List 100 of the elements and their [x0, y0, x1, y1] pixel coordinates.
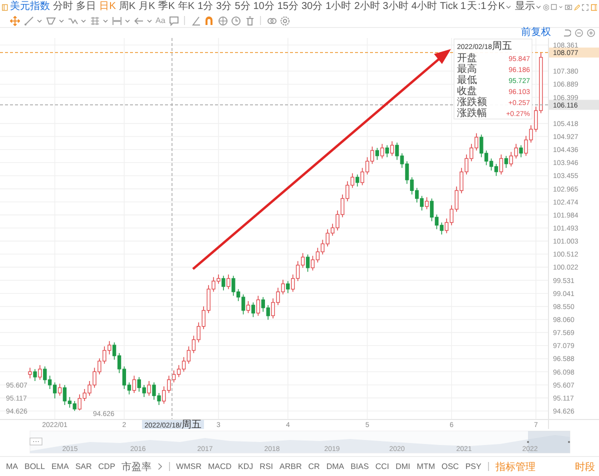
trash-icon[interactable]: [244, 16, 255, 26]
period-tab[interactable]: 分时: [52, 0, 74, 14]
period-tab[interactable]: 1分: [197, 0, 214, 14]
indicator-tab[interactable]: KDJ: [238, 462, 254, 471]
indicator-tab[interactable]: MACD: [208, 462, 232, 471]
candlestick: [380, 144, 384, 159]
zoom-in-icon[interactable]: [587, 29, 595, 37]
period-tab[interactable]: 多日: [76, 0, 97, 14]
candlestick: [256, 295, 260, 316]
candlestick: [504, 156, 508, 168]
candlestick: [424, 196, 429, 210]
caret-icon: [506, 5, 511, 9]
period-tab[interactable]: Tick: [439, 0, 458, 14]
comment-icon[interactable]: [168, 16, 179, 26]
undo-icon[interactable]: [563, 29, 571, 37]
candlestick: [33, 368, 37, 382]
tooltip-label: 最高: [457, 64, 477, 75]
period-tab[interactable]: 2小时: [354, 0, 380, 14]
candlestick: [519, 144, 523, 158]
period-tab[interactable]: 30分: [301, 0, 324, 14]
indicator-tab[interactable]: RSI: [260, 462, 274, 471]
candlestick: [38, 364, 42, 380]
indicator-tab[interactable]: WMSR: [176, 462, 202, 471]
arrow-icon[interactable]: [134, 16, 144, 26]
indicator-tab[interactable]: EMA: [51, 462, 69, 471]
ruler-icon[interactable]: [112, 16, 122, 26]
price-marker-background: [549, 100, 599, 110]
period-tab[interactable]: 10分: [252, 0, 275, 14]
zigzag-icon[interactable]: [68, 16, 78, 26]
clock-icon[interactable]: [231, 16, 242, 26]
tooltip-label: 涨跌幅: [457, 108, 487, 119]
period-tab[interactable]: 5分: [234, 0, 251, 14]
settings-icon[interactable]: [280, 16, 290, 26]
zoom-out-icon[interactable]: [575, 29, 583, 37]
candlestick: [356, 174, 360, 187]
link-icon[interactable]: [266, 16, 277, 26]
indicator-tab[interactable]: CDP: [98, 462, 116, 471]
magnet-icon[interactable]: [204, 16, 214, 26]
period-tab[interactable]: 4小时: [410, 0, 438, 14]
indicator-tab[interactable]: 市盈率: [122, 460, 152, 474]
candlestick: [226, 274, 230, 290]
tooltip-label: 开盘: [457, 53, 477, 64]
polyline-icon[interactable]: [46, 16, 56, 26]
candlestick: [251, 302, 256, 318]
period-tab[interactable]: 周K: [118, 0, 136, 14]
candlestick: [58, 383, 62, 396]
candlestick: [499, 154, 504, 175]
period-tab[interactable]: 15分: [276, 0, 299, 14]
period-tab[interactable]: 季K: [158, 0, 176, 14]
display-menu[interactable]: 显示: [514, 0, 541, 14]
indicator-tab[interactable]: SAR: [75, 462, 92, 471]
indicator-tab[interactable]: BOLL: [24, 462, 45, 471]
chevron-right-icon[interactable]: [158, 463, 162, 470]
period-tab[interactable]: 年K: [177, 0, 196, 14]
indicator-tab[interactable]: OSC: [442, 462, 459, 471]
line-icon[interactable]: [24, 16, 34, 26]
pencil-icon[interactable]: [574, 2, 580, 12]
candlestick: [385, 144, 389, 158]
camera-icon[interactable]: [564, 3, 572, 11]
panel-icon[interactable]: [590, 2, 597, 12]
indicator-tab[interactable]: CCI: [375, 462, 390, 471]
adjust-link[interactable]: 前复权: [521, 28, 551, 38]
period-tab[interactable]: 1小时: [325, 0, 352, 14]
caret-icon: [559, 5, 563, 9]
tooltip-label: 最低: [457, 75, 477, 86]
period-tab[interactable]: 3小时: [382, 0, 409, 14]
candlestick: [147, 380, 151, 396]
indicator-tab[interactable]: CR: [308, 462, 320, 471]
candlestick: [28, 367, 32, 379]
square-icon[interactable]: [551, 3, 558, 11]
angle-icon[interactable]: [190, 16, 201, 26]
indicator-tab[interactable]: DMA: [326, 462, 344, 471]
period-tab[interactable]: 月K: [138, 0, 156, 14]
price-marker-background: [549, 48, 599, 58]
candlestick: [286, 280, 290, 294]
panel-icon[interactable]: [2, 2, 8, 12]
candlestick: [306, 254, 310, 272]
move-icon[interactable]: [10, 16, 20, 26]
candlestick: [390, 140, 394, 156]
indicator-tab[interactable]: ARBR: [280, 462, 302, 471]
symbol-tab[interactable]: 美元指数: [10, 0, 51, 14]
candlestick: [132, 375, 136, 394]
settings-icon[interactable]: [542, 2, 550, 12]
indicator-tab[interactable]: MTM: [416, 462, 435, 471]
fullscreen-icon[interactable]: [582, 2, 589, 12]
indicator-tab[interactable]: MA: [6, 462, 18, 471]
grid-icon[interactable]: [90, 16, 100, 26]
tooltip-label: 收盘: [457, 86, 477, 97]
range-select[interactable]: 1天:1分K: [460, 0, 511, 14]
caret-icon: [536, 5, 541, 9]
candlestick: [222, 275, 226, 291]
tooltip-label: 涨跌额: [457, 97, 487, 108]
period-tab[interactable]: 3分: [216, 0, 232, 14]
candlestick: [375, 148, 380, 160]
indicator-tab[interactable]: BIAS: [350, 462, 369, 471]
range-handle[interactable]: [568, 441, 570, 443]
indicator-tab[interactable]: DMI: [396, 462, 410, 471]
range-handle[interactable]: [527, 441, 529, 443]
globe-icon[interactable]: [218, 16, 228, 26]
indicator-tab[interactable]: PSY: [465, 462, 482, 471]
